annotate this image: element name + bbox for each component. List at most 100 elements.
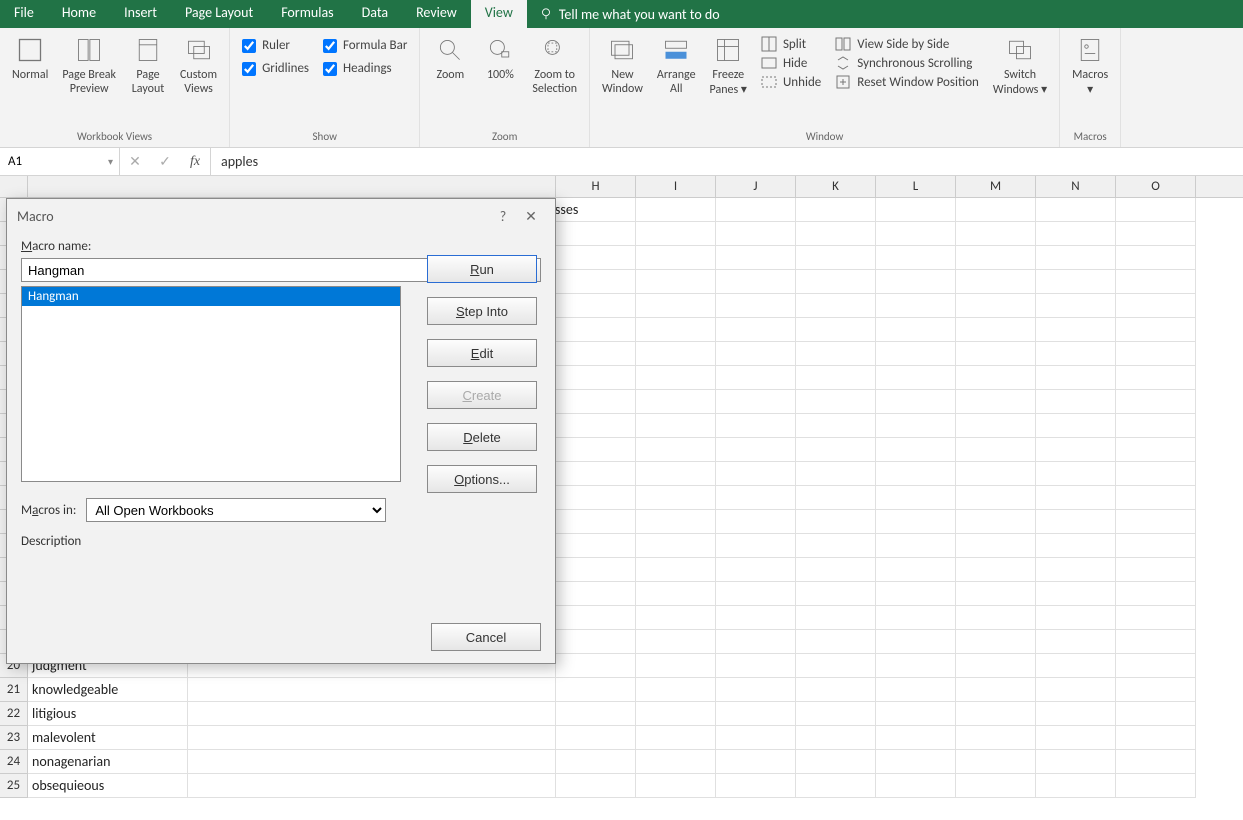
cancel-button[interactable]: Cancel: [431, 623, 541, 651]
cell[interactable]: [876, 462, 956, 486]
page-layout-button[interactable]: Page Layout: [124, 32, 172, 128]
new-window-button[interactable]: New Window: [596, 32, 649, 128]
cell[interactable]: [796, 702, 876, 726]
cell[interactable]: [1116, 486, 1196, 510]
cell[interactable]: [188, 702, 556, 726]
cell[interactable]: [1116, 270, 1196, 294]
cell[interactable]: [636, 198, 716, 222]
cell[interactable]: [636, 726, 716, 750]
cell[interactable]: [796, 582, 876, 606]
column-header-m[interactable]: M: [956, 176, 1036, 197]
cell[interactable]: [1116, 678, 1196, 702]
cell[interactable]: [796, 606, 876, 630]
cell[interactable]: [796, 630, 876, 654]
cell[interactable]: [716, 486, 796, 510]
cell[interactable]: [1116, 750, 1196, 774]
cell[interactable]: [1116, 630, 1196, 654]
cell[interactable]: [556, 582, 636, 606]
cell[interactable]: [716, 678, 796, 702]
cell[interactable]: [876, 438, 956, 462]
tab-home[interactable]: Home: [48, 0, 110, 28]
cell[interactable]: [556, 318, 636, 342]
cell[interactable]: [876, 678, 956, 702]
cell[interactable]: [556, 678, 636, 702]
cell[interactable]: [716, 318, 796, 342]
cell[interactable]: obsequieous: [28, 774, 188, 798]
cell[interactable]: [1036, 414, 1116, 438]
cell[interactable]: [556, 558, 636, 582]
cell[interactable]: [1036, 630, 1116, 654]
macro-list[interactable]: Hangman: [21, 286, 401, 482]
cell[interactable]: [956, 438, 1036, 462]
cell[interactable]: [636, 582, 716, 606]
cell[interactable]: [716, 390, 796, 414]
cell[interactable]: [956, 558, 1036, 582]
cell[interactable]: [1036, 342, 1116, 366]
tab-insert[interactable]: Insert: [110, 0, 171, 28]
column-header-n[interactable]: N: [1036, 176, 1116, 197]
cell[interactable]: [636, 534, 716, 558]
cell[interactable]: [716, 414, 796, 438]
page-break-button[interactable]: Page Break Preview: [56, 32, 122, 128]
row-header[interactable]: 22: [0, 702, 28, 726]
cell[interactable]: [1116, 702, 1196, 726]
cell[interactable]: [876, 534, 956, 558]
cell[interactable]: [716, 246, 796, 270]
cell[interactable]: [1116, 726, 1196, 750]
cell[interactable]: [796, 750, 876, 774]
cell[interactable]: [796, 774, 876, 798]
cell[interactable]: [636, 510, 716, 534]
cell[interactable]: [556, 726, 636, 750]
cell[interactable]: [956, 366, 1036, 390]
cell[interactable]: [556, 414, 636, 438]
column-header-j[interactable]: J: [716, 176, 796, 197]
cell[interactable]: [956, 294, 1036, 318]
cell[interactable]: [1036, 702, 1116, 726]
cell[interactable]: malevolent: [28, 726, 188, 750]
cell[interactable]: [1116, 294, 1196, 318]
cell[interactable]: [716, 654, 796, 678]
cell[interactable]: [796, 270, 876, 294]
cell[interactable]: [956, 390, 1036, 414]
cell[interactable]: [556, 654, 636, 678]
cell[interactable]: [876, 414, 956, 438]
cell[interactable]: [876, 630, 956, 654]
cell[interactable]: [796, 318, 876, 342]
cell[interactable]: [716, 726, 796, 750]
cell[interactable]: [796, 342, 876, 366]
cell[interactable]: litigious: [28, 702, 188, 726]
cell[interactable]: [796, 198, 876, 222]
formula-input[interactable]: apples: [211, 148, 1243, 175]
cell[interactable]: [716, 294, 796, 318]
column-header-k[interactable]: K: [796, 176, 876, 197]
tab-formulas[interactable]: Formulas: [267, 0, 347, 28]
reset-window-pos-button[interactable]: Reset Window Position: [835, 74, 979, 90]
cell[interactable]: [876, 342, 956, 366]
cell[interactable]: [556, 462, 636, 486]
cell[interactable]: [876, 318, 956, 342]
cell[interactable]: [876, 774, 956, 798]
cell[interactable]: [636, 294, 716, 318]
headings-checkbox[interactable]: Headings: [323, 61, 407, 76]
cell[interactable]: [1036, 438, 1116, 462]
cell[interactable]: [716, 534, 796, 558]
cell[interactable]: [1036, 198, 1116, 222]
cell[interactable]: [876, 270, 956, 294]
cell[interactable]: [636, 630, 716, 654]
cell[interactable]: [716, 558, 796, 582]
cell[interactable]: [1036, 366, 1116, 390]
cell[interactable]: [556, 606, 636, 630]
cell[interactable]: [956, 318, 1036, 342]
tab-file[interactable]: File: [0, 0, 48, 28]
cell[interactable]: [956, 630, 1036, 654]
cell[interactable]: [1036, 318, 1116, 342]
macro-list-item[interactable]: Hangman: [22, 287, 400, 306]
cell[interactable]: [1116, 342, 1196, 366]
cell[interactable]: [636, 246, 716, 270]
cell[interactable]: [1116, 606, 1196, 630]
cell[interactable]: [188, 774, 556, 798]
arrange-all-button[interactable]: Arrange All: [651, 32, 702, 128]
cell[interactable]: [796, 486, 876, 510]
cell[interactable]: [876, 750, 956, 774]
cell[interactable]: [1036, 294, 1116, 318]
